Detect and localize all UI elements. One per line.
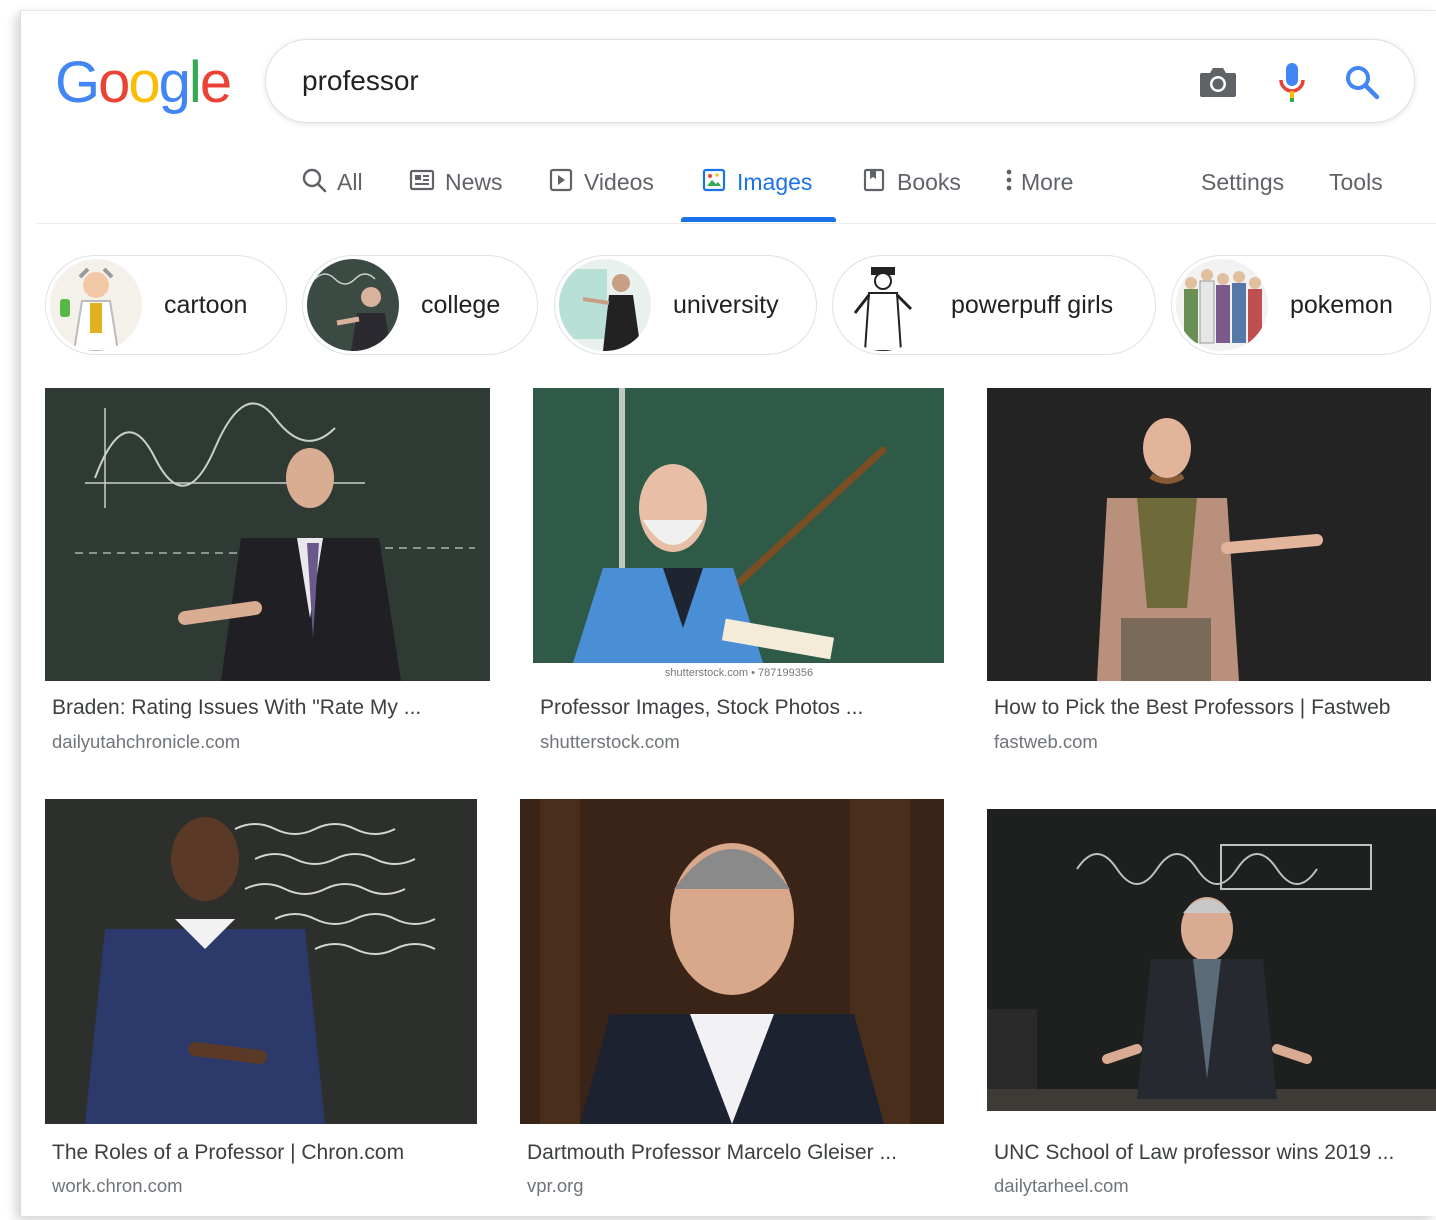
tab-more[interactable]: More: [1003, 161, 1073, 223]
logo-letter: e: [199, 50, 232, 115]
result-title[interactable]: The Roles of a Professor | Chron.com: [52, 1141, 404, 1165]
result-title[interactable]: How to Pick the Best Professors | Fastwe…: [994, 696, 1390, 720]
image-result[interactable]: How to Pick the Best Professors | Fastwe…: [987, 388, 1431, 758]
chip-thumbnail: [837, 259, 929, 351]
logo-letter: l: [188, 50, 202, 115]
microphone-icon[interactable]: [1270, 60, 1314, 104]
chip-label: pokemon: [1290, 290, 1393, 319]
tab-books[interactable]: Books: [861, 161, 961, 223]
result-site[interactable]: dailyutahchronicle.com: [52, 731, 240, 753]
result-site[interactable]: fastweb.com: [994, 731, 1098, 753]
result-image[interactable]: [987, 388, 1431, 681]
chip-thumbnail: [50, 259, 142, 351]
browser-page: Google All News Videos Images: [20, 10, 1436, 1216]
chip-thumbnail: [1176, 259, 1268, 351]
logo-letter: o: [98, 50, 130, 115]
tab-settings[interactable]: Settings: [1201, 161, 1284, 223]
search-input[interactable]: [302, 58, 1152, 104]
search-icon: [301, 167, 327, 193]
image-result[interactable]: Braden: Rating Issues With "Rate My ... …: [45, 388, 490, 758]
tab-images[interactable]: Images: [701, 161, 812, 223]
active-tab-indicator: [681, 217, 836, 222]
result-title[interactable]: Professor Images, Stock Photos ...: [540, 696, 863, 720]
result-site[interactable]: dailytarheel.com: [994, 1175, 1129, 1197]
result-image[interactable]: [520, 799, 944, 1124]
chip-thumbnail: [307, 259, 399, 351]
play-icon: [548, 167, 574, 193]
tab-news[interactable]: News: [409, 161, 503, 223]
image-result[interactable]: shutterstock.com • 787199356 Professor I…: [533, 388, 944, 758]
search-tabs: All News Videos Images Books More Settin…: [21, 161, 1436, 223]
image-icon: [701, 167, 727, 193]
tab-all[interactable]: All: [301, 161, 363, 223]
chip-label: college: [421, 290, 501, 319]
chip-label: university: [673, 290, 779, 319]
logo-letter: G: [55, 50, 100, 115]
search-box: [265, 39, 1415, 123]
result-site[interactable]: work.chron.com: [52, 1175, 183, 1197]
chip-pokemon[interactable]: pokemon: [1171, 255, 1431, 355]
result-image[interactable]: [45, 388, 490, 681]
result-image[interactable]: [45, 799, 477, 1124]
more-vert-icon: [1003, 167, 1015, 193]
tab-label: Videos: [584, 169, 654, 195]
tab-label: Images: [737, 169, 813, 195]
chip-label: cartoon: [164, 290, 248, 319]
logo-letter: g: [158, 50, 191, 115]
newspaper-icon: [409, 167, 435, 193]
result-title[interactable]: Braden: Rating Issues With "Rate My ...: [52, 696, 421, 720]
result-image[interactable]: [987, 809, 1436, 1111]
result-site[interactable]: vpr.org: [527, 1175, 584, 1197]
camera-icon[interactable]: [1196, 60, 1240, 104]
tab-label: Settings: [1201, 169, 1285, 195]
search-icon[interactable]: [1340, 60, 1384, 104]
chip-label: powerpuff girls: [951, 290, 1114, 319]
result-image[interactable]: shutterstock.com • 787199356: [533, 388, 944, 681]
result-title[interactable]: UNC School of Law professor wins 2019 ..…: [994, 1141, 1394, 1165]
chip-university[interactable]: university: [554, 255, 817, 355]
image-result[interactable]: UNC School of Law professor wins 2019 ..…: [987, 809, 1436, 1199]
logo-letter: o: [128, 50, 160, 115]
tab-videos[interactable]: Videos: [548, 161, 654, 223]
tab-label: News: [445, 169, 503, 195]
tab-label: All: [337, 169, 363, 195]
tab-label: Tools: [1329, 169, 1383, 195]
image-result[interactable]: Dartmouth Professor Marcelo Gleiser ... …: [520, 799, 944, 1199]
tab-tools[interactable]: Tools: [1329, 161, 1383, 223]
result-site[interactable]: shutterstock.com: [540, 731, 680, 753]
chip-thumbnail: [559, 259, 651, 351]
header-divider: [37, 223, 1436, 224]
chip-cartoon[interactable]: cartoon: [45, 255, 287, 355]
google-logo[interactable]: Google: [55, 49, 232, 116]
tab-label: More: [1021, 169, 1074, 195]
book-icon: [861, 167, 887, 193]
watermark-text: shutterstock.com • 787199356: [665, 667, 813, 679]
tab-label: Books: [897, 169, 961, 195]
image-result[interactable]: The Roles of a Professor | Chron.com wor…: [45, 799, 477, 1199]
chip-college[interactable]: college: [302, 255, 538, 355]
chip-powerpuff-girls[interactable]: powerpuff girls: [832, 255, 1156, 355]
result-title[interactable]: Dartmouth Professor Marcelo Gleiser ...: [527, 1141, 897, 1165]
